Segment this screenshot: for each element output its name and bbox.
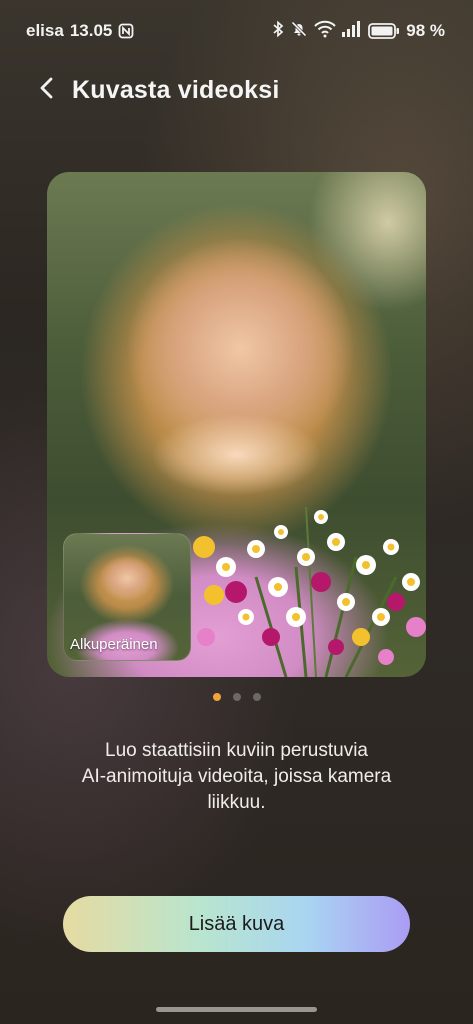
back-button[interactable] — [30, 70, 62, 110]
carousel-pagination — [0, 693, 473, 701]
pagination-dot[interactable] — [252, 693, 261, 701]
original-thumbnail[interactable]: Alkuperäinen — [63, 533, 191, 661]
page-title: Kuvasta videoksi — [72, 75, 280, 104]
description-line: AI-animoituja videoita, joissa kamera — [81, 766, 392, 787]
preview-image[interactable]: Alkuperäinen — [47, 172, 426, 677]
bluetooth-icon — [272, 20, 284, 43]
description-line: Luo staattisiin kuviin perustuvia — [105, 740, 368, 761]
battery-icon — [368, 23, 400, 39]
carrier-name: elisa — [26, 21, 64, 40]
nfc-icon — [118, 23, 134, 39]
battery-percent: 98 % — [406, 21, 445, 40]
signal-icon — [342, 20, 362, 42]
header: Kuvasta videoksi — [30, 70, 443, 110]
silent-icon — [290, 20, 308, 43]
status-left: elisa 13.05 — [26, 21, 134, 41]
home-indicator[interactable] — [156, 1007, 317, 1012]
flower-bouquet-illustration — [193, 506, 426, 677]
thumbnail-label: Alkuperäinen — [70, 636, 158, 653]
wifi-icon — [314, 20, 336, 43]
status-bar: elisa 13.05 98 % — [26, 18, 445, 44]
status-right: 98 % — [272, 20, 445, 43]
chevron-left-icon — [38, 76, 54, 105]
feature-description: Luo staattisiin kuviin perustuvia AI-ani… — [40, 738, 433, 816]
pagination-dot-active[interactable] — [212, 693, 221, 701]
pagination-dot[interactable] — [232, 693, 241, 701]
clock: 13.05 — [69, 21, 113, 40]
add-image-button[interactable]: Lisää kuva — [63, 896, 410, 952]
description-line: liikkuu. — [207, 792, 266, 813]
